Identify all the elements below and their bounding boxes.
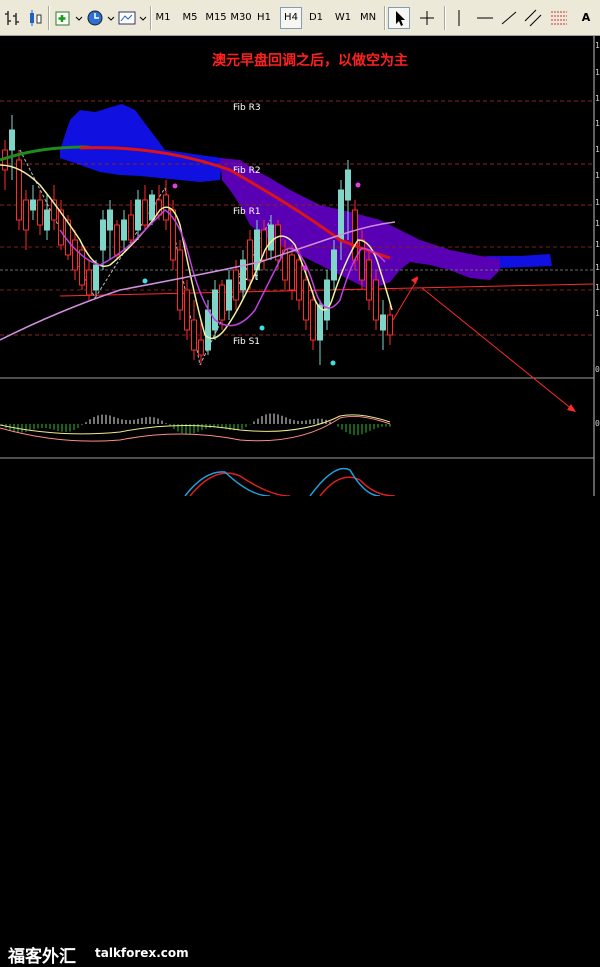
price-axis-label: 1	[595, 68, 600, 77]
timeframe-m5[interactable]: M5	[176, 7, 204, 29]
price-axis-label: 1	[595, 240, 600, 249]
candle-body	[345, 169, 351, 201]
ichimoku-cloud-blue	[60, 104, 222, 182]
fib-r1-label: Fib R1	[233, 207, 261, 217]
watermark-brand: 福客外汇	[8, 947, 76, 967]
price-axis-label: 1	[595, 119, 600, 128]
forecast-arrow-up	[392, 277, 419, 321]
macd-axis-label-mid: 0	[595, 419, 600, 428]
clock-icon[interactable]	[84, 7, 106, 29]
candle-body	[387, 314, 393, 336]
candle-body	[303, 279, 309, 321]
candle-body	[9, 129, 15, 151]
candle-body	[72, 239, 78, 271]
bar-chart-icon[interactable]	[2, 7, 24, 29]
vertical-line-icon[interactable]	[448, 7, 470, 29]
channel-icon[interactable]	[522, 7, 544, 29]
price-axis-label: 1	[595, 94, 600, 103]
timeframe-m1[interactable]: M1	[152, 7, 174, 29]
price-axis-label: 1	[595, 263, 600, 272]
candle-body	[177, 249, 183, 311]
crosshair-icon[interactable]	[416, 7, 438, 29]
candle-body	[233, 269, 239, 301]
price-axis-label: 1	[595, 309, 600, 318]
candle-body	[338, 189, 344, 241]
timeframe-m15[interactable]: M15	[203, 7, 229, 29]
chevron-down-icon[interactable]	[138, 7, 148, 29]
candle-body	[86, 269, 92, 296]
candle-body	[212, 289, 218, 331]
candle-body	[359, 239, 365, 281]
macd-histogram	[1, 413, 391, 435]
candle-body	[324, 279, 330, 321]
candle-body	[23, 199, 29, 231]
forecast-arrow-down	[421, 287, 574, 411]
timeframe-h1[interactable]: H1	[253, 7, 275, 29]
text-tool-button[interactable]: A	[576, 7, 596, 29]
chevron-down-icon[interactable]	[106, 7, 116, 29]
new-chart-icon[interactable]	[52, 7, 74, 29]
timeframe-mn[interactable]: MN	[356, 7, 380, 29]
candle-body	[205, 309, 211, 351]
candle-body	[114, 224, 120, 256]
candle-body	[107, 209, 113, 231]
candle-body	[30, 199, 36, 211]
price-axis-label: 1	[595, 283, 600, 292]
trendline-icon[interactable]	[498, 7, 520, 29]
fib-r3-label: Fib R3	[233, 103, 261, 113]
oscillator-red	[189, 472, 396, 496]
timeframe-w1[interactable]: W1	[331, 7, 355, 29]
price-axis: 1 1 1 1 1 1 1 1 1 1 1 1	[595, 41, 600, 318]
candle-body	[268, 224, 274, 251]
candle-body	[317, 304, 323, 341]
price-axis-label: 1	[595, 145, 600, 154]
cursor-icon[interactable]	[388, 7, 410, 29]
chevron-down-icon[interactable]	[74, 7, 84, 29]
candle-body	[289, 254, 295, 291]
candle-body	[100, 219, 106, 251]
price-axis-label: 1	[595, 171, 600, 180]
price-axis-label: 1	[595, 41, 600, 50]
candle-body	[149, 194, 155, 221]
candle-body	[93, 264, 99, 291]
template-icon[interactable]	[116, 7, 138, 29]
horizontal-line-icon[interactable]	[474, 7, 496, 29]
toolbar: M1 M5 M15 M30 H1 H4 D1 W1 MN A	[0, 0, 600, 36]
candle-body	[135, 199, 141, 231]
candle-body	[37, 199, 43, 226]
candle-body	[191, 319, 197, 351]
fibonacci-icon[interactable]	[548, 7, 570, 29]
candle-body	[373, 279, 379, 321]
analysis-annotation: 澳元早盘回调之后，以做空为主	[212, 53, 408, 69]
watermark-url: talkforex.com	[95, 946, 189, 960]
timeframe-d1[interactable]: D1	[305, 7, 327, 29]
candle-body	[219, 284, 225, 321]
candle-body	[296, 259, 302, 301]
price-chart: Fib R3 Fib R2 Fib R1 Pivot Fib S1 111111…	[0, 36, 600, 496]
candle-body	[380, 314, 386, 331]
candle-body	[142, 199, 148, 226]
candle-body	[44, 209, 50, 231]
candle-body	[198, 339, 204, 356]
candlestick-icon[interactable]	[24, 7, 46, 29]
price-axis-label: 1	[595, 219, 600, 228]
price-axis-label: 1	[595, 198, 600, 207]
candle-body	[128, 214, 134, 241]
timeframe-m30[interactable]: M30	[229, 7, 253, 29]
candle-body	[310, 299, 316, 341]
timeframe-h4[interactable]: H4	[280, 7, 302, 29]
candle-body	[247, 239, 253, 281]
candle-body	[366, 259, 372, 301]
candle-body	[226, 279, 232, 311]
candle-body	[121, 219, 127, 241]
candle-body	[184, 289, 190, 331]
candle-body	[331, 249, 337, 281]
macd-axis-label-top: 0	[595, 365, 600, 374]
fib-s1-label: Fib S1	[233, 337, 260, 347]
candle-body	[352, 209, 358, 261]
candle-body	[240, 259, 246, 291]
